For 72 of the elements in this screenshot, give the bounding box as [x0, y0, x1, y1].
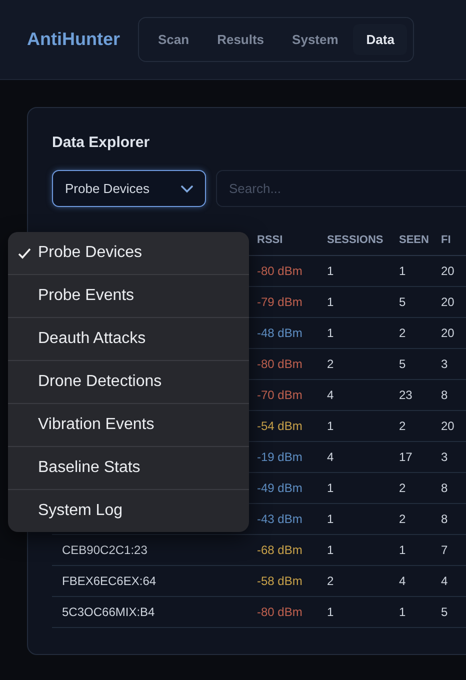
table-cell: CEB90C2C1:23	[52, 534, 257, 566]
column-header: SESSIONS	[327, 225, 399, 256]
table-cell: 4	[441, 566, 466, 596]
table-cell: 1	[327, 504, 399, 534]
table-cell: 7	[441, 534, 466, 566]
menu-item[interactable]: System Log	[8, 490, 249, 532]
table-cell: -58 dBm	[257, 566, 327, 596]
table-cell: 2	[399, 410, 441, 442]
table-cell: -80 dBm	[257, 256, 327, 286]
table-cell: -48 dBm	[257, 318, 327, 348]
table-cell: 4	[399, 566, 441, 596]
table-cell: -54 dBm	[257, 410, 327, 442]
column-header: SEEN	[399, 225, 441, 256]
table-cell: 5	[399, 348, 441, 380]
table-cell: 8	[441, 380, 466, 410]
table-cell: -43 dBm	[257, 504, 327, 534]
menu-item[interactable]: Baseline Stats	[8, 447, 249, 490]
table-cell: 20	[441, 256, 466, 286]
table-cell: 1	[399, 256, 441, 286]
table-cell: 1	[327, 596, 399, 628]
table-cell: FBEX6EC6EX:64	[52, 566, 257, 596]
table-cell: 1	[327, 256, 399, 286]
nav-tab[interactable]: Data	[353, 24, 408, 55]
table-cell: -79 dBm	[257, 286, 327, 318]
table-cell: 2	[399, 318, 441, 348]
table-cell: 1	[327, 472, 399, 504]
table-cell: -49 dBm	[257, 472, 327, 504]
column-header: RSSI	[257, 225, 327, 256]
nav-tab[interactable]: System	[279, 24, 352, 55]
menu-item[interactable]: Drone Detections	[8, 361, 249, 404]
table-cell: 3	[441, 442, 466, 472]
search-field[interactable]: Search...	[216, 170, 466, 207]
table-cell: 2	[399, 504, 441, 534]
table-cell: 2	[399, 472, 441, 504]
table-cell: 1	[327, 410, 399, 442]
table-cell: 23	[399, 380, 441, 410]
table-cell: 20	[441, 318, 466, 348]
app-logo: AntiHunter	[27, 29, 120, 50]
table-cell: 20	[441, 410, 466, 442]
table-cell: 8	[441, 504, 466, 534]
column-header: FI	[441, 225, 466, 256]
card-title: Data Explorer	[52, 134, 151, 151]
table-cell: 4	[327, 442, 399, 472]
table-cell: 8	[441, 472, 466, 504]
menu-item[interactable]: Probe Events	[8, 275, 249, 318]
table-cell: 5	[441, 596, 466, 628]
table-cell: -80 dBm	[257, 348, 327, 380]
table-cell: 1	[327, 534, 399, 566]
table-cell: 5C3OC66MIX:B4	[52, 596, 257, 628]
table-cell: 2	[327, 566, 399, 596]
table-cell: 1	[327, 318, 399, 348]
table-cell: -70 dBm	[257, 380, 327, 410]
menu-item[interactable]: Vibration Events	[8, 404, 249, 447]
dataset-select[interactable]: Probe Devices	[52, 170, 206, 207]
table-cell: 5	[399, 286, 441, 318]
table-cell: 20	[441, 286, 466, 318]
menu-item[interactable]: Probe Devices	[8, 232, 249, 275]
table-cell: 1	[399, 596, 441, 628]
table-cell: 1	[399, 534, 441, 566]
chevron-down-icon	[181, 184, 193, 192]
table-cell: -80 dBm	[257, 596, 327, 628]
table-cell: 3	[441, 348, 466, 380]
table-cell: 4	[327, 380, 399, 410]
table-cell: -19 dBm	[257, 442, 327, 472]
table-cell: -68 dBm	[257, 534, 327, 566]
menu-item[interactable]: Deauth Attacks	[8, 318, 249, 361]
table-cell: 17	[399, 442, 441, 472]
table-cell: 2	[327, 348, 399, 380]
nav-tab[interactable]: Scan	[145, 24, 202, 55]
checkmark-icon	[18, 248, 31, 258]
table-cell: 1	[327, 286, 399, 318]
nav-tab[interactable]: Results	[204, 24, 278, 55]
